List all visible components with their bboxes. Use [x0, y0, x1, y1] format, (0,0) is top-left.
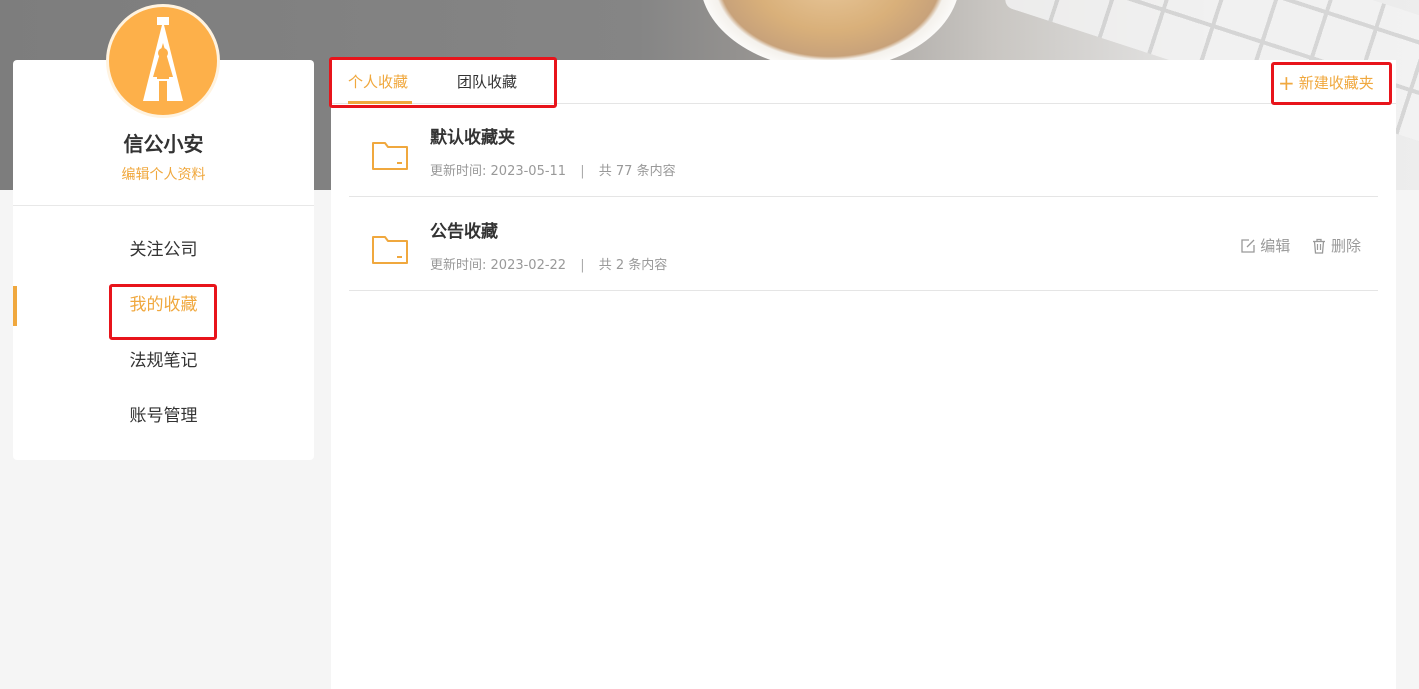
delete-label: 删除 — [1330, 237, 1361, 255]
edit-folder-button[interactable]: 编辑 — [1240, 235, 1290, 256]
folder-title[interactable]: 默认收藏夹 — [430, 123, 515, 148]
tab-personal-favorites[interactable]: 个人收藏 — [348, 70, 408, 94]
folder-row[interactable]: 默认收藏夹 更新时间: 2023-05-11 | 共 77 条内容 — [349, 103, 1378, 197]
plus-icon: + — [1278, 71, 1295, 95]
sidebar-item-account-management[interactable]: 账号管理 — [13, 396, 314, 436]
edit-label: 编辑 — [1260, 237, 1291, 255]
trash-icon — [1312, 238, 1325, 254]
delete-folder-button[interactable]: 删除 — [1311, 235, 1361, 256]
folder-icon — [372, 236, 408, 264]
new-folder-label: 新建收藏夹 — [1298, 74, 1374, 92]
updated-date: 2023-02-22 — [490, 258, 567, 273]
sidebar-item-regulation-notes[interactable]: 法规笔记 — [13, 341, 314, 381]
tab-team-favorites[interactable]: 团队收藏 — [457, 70, 517, 94]
meta-separator: | — [580, 258, 585, 273]
sidebar-item-followed-companies[interactable]: 关注公司 — [13, 230, 314, 270]
updated-label: 更新时间: — [430, 164, 487, 179]
folder-meta: 更新时间: 2023-02-22 | 共 2 条内容 — [430, 254, 667, 273]
divider — [13, 205, 314, 206]
sidebar-item-my-favorites[interactable]: 我的收藏 — [13, 285, 314, 325]
item-count: 共 2 条内容 — [598, 258, 668, 273]
folder-title[interactable]: 公告收藏 — [430, 217, 498, 242]
folder-meta: 更新时间: 2023-05-11 | 共 77 条内容 — [430, 160, 676, 179]
meta-separator: | — [580, 164, 585, 179]
edit-icon — [1241, 239, 1255, 253]
item-count: 共 77 条内容 — [598, 164, 676, 179]
updated-date: 2023-05-11 — [490, 164, 567, 179]
folder-icon — [372, 142, 408, 170]
user-name: 信公小安 — [123, 132, 204, 156]
folder-actions: 编辑 删除 — [1224, 235, 1361, 256]
updated-label: 更新时间: — [430, 258, 487, 273]
folder-row[interactable]: 公告收藏 更新时间: 2023-02-22 | 共 2 条内容 编辑 删除 — [349, 197, 1378, 291]
avatar[interactable] — [106, 4, 220, 118]
edit-profile-link[interactable]: 编辑个人资料 — [13, 164, 314, 184]
new-folder-button[interactable]: + 新建收藏夹 — [1278, 72, 1374, 94]
